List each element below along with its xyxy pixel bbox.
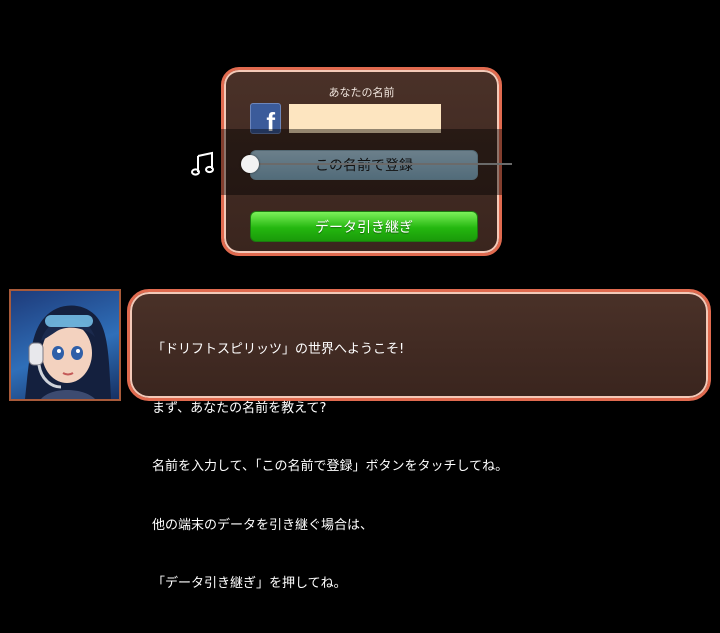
facebook-icon-glyph: f [266,107,275,137]
message-line: 「データ引き継ぎ」を押してね。 [152,576,347,591]
message-line: 「ドリフトスピリッツ」の世界へようこそ! [152,342,405,357]
volume-slider-track[interactable] [250,163,512,165]
volume-slider-knob[interactable] [241,155,259,173]
name-entry-dialog: あなたの名前 f この名前で登録 データ引き継ぎ [221,67,502,256]
navigator-character-image [25,305,111,399]
message-line: 他の端末のデータを引き継ぐ場合は、 [152,517,374,533]
navigator-portrait [9,289,121,401]
music-note-icon [191,151,214,176]
name-input[interactable] [289,104,441,133]
message-line: 名前を入力して、「この名前で登録」ボタンをタッチしてね。 [152,459,509,474]
data-transfer-button[interactable]: データ引き継ぎ [250,211,478,242]
facebook-icon[interactable]: f [250,103,281,137]
message-line: まず、あなたの名前を教えて? [152,400,327,416]
register-name-button[interactable]: この名前で登録 [250,150,478,180]
message-box: 「ドリフトスピリッツ」の世界へようこそ! まず、あなたの名前を教えて? 名前を入… [127,289,711,591]
dialog-title: あなたの名前 [328,86,395,99]
message-text: 「ドリフトスピリッツ」の世界へようこそ! まず、あなたの名前を教えて? 名前を入… [152,301,508,633]
